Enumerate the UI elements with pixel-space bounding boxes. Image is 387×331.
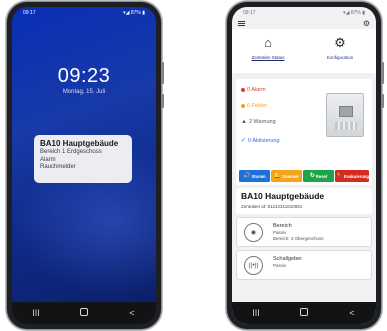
- panel-status-card: 0 Alarm 0 Fehler ▲ 2 Warnung ✓ 0 Aktivie…: [236, 79, 372, 185]
- summer-button[interactable]: 🔔 Summer: [271, 170, 302, 182]
- status-fehler-text: 0 Fehler: [247, 103, 268, 109]
- building-title: BA10 Hauptgebäude: [241, 191, 325, 201]
- speaker-icon: 🔊: [242, 173, 251, 179]
- status-alarm: 0 Alarm: [241, 87, 266, 93]
- back-button[interactable]: <: [117, 308, 147, 318]
- bell-icon: 🔔: [273, 173, 282, 179]
- power-button: [162, 94, 164, 108]
- reset-button[interactable]: ↻ Reset: [303, 170, 334, 182]
- sounder-icon: ((•)): [244, 256, 263, 275]
- item-bereich[interactable]: ◉ Bereich Passiv Bereich: 4 Obergeschoss: [236, 217, 372, 247]
- phone-app-screen: 09:17 ▾◢ 87% ▮ ⚙ ⌂ Zentralen Status ⚙ Ko…: [227, 2, 384, 329]
- item-title: Bereich: [273, 223, 292, 229]
- notification-title: BA10 Hauptgebäude: [40, 139, 119, 148]
- status-bar: 09:17 ▾◢ 87% ▮: [232, 7, 376, 19]
- settings-icon: ⚙: [334, 35, 346, 50]
- home-button[interactable]: [289, 308, 319, 318]
- notification-line: Bereich 1 Erdgeschoss: [40, 149, 102, 155]
- main-tabs: ⌂ Zentralen Status ⚙ Konfiguration: [232, 29, 376, 73]
- fire-panel-image: [326, 93, 364, 137]
- alarm-notification[interactable]: BA10 Hauptgebäude Bereich 1 Erdgeschoss …: [34, 135, 132, 183]
- tab-zentralen-status[interactable]: ⌂ Zentralen Status: [232, 29, 304, 73]
- home-icon: [300, 308, 308, 316]
- running-person-icon: 🏃: [335, 173, 343, 179]
- nav-bar: III <: [12, 302, 156, 324]
- volume-button: [382, 62, 384, 84]
- notification-line: Alarm: [40, 156, 56, 163]
- status-time: 09:17: [243, 10, 256, 16]
- check-icon: ✓: [241, 138, 247, 144]
- status-warnung: ▲ 2 Warnung: [241, 119, 276, 125]
- button-label: Summer: [282, 173, 300, 179]
- item-status: Passiv: [273, 263, 287, 268]
- status-fehler: 0 Fehler: [241, 103, 267, 109]
- power-button: [382, 94, 384, 108]
- app-topbar: ⚙: [232, 19, 376, 29]
- panel-id: Zentralen Id: 91242311610061: [241, 204, 303, 209]
- status-indicators: ▾◢ 87% ▮: [123, 10, 145, 16]
- app-screen: 09:17 ▾◢ 87% ▮ ⚙ ⌂ Zentralen Status ⚙ Ko…: [232, 7, 376, 324]
- back-button[interactable]: <: [337, 308, 367, 318]
- panel-slots: [335, 122, 357, 130]
- status-bar: 09:17 ▾◢ 87% ▮: [12, 7, 156, 19]
- alarm-icon: [241, 88, 245, 92]
- item-schallgeber[interactable]: ((•)) Schallgeber Passiv: [236, 250, 372, 280]
- fault-icon: [241, 104, 245, 108]
- button-label: Stumm: [251, 173, 266, 179]
- evakuierung-button[interactable]: 🏃 Evakuierung: [335, 170, 369, 182]
- panel-display: [339, 106, 353, 117]
- tab-konfiguration[interactable]: ⚙ Konfiguration: [304, 29, 376, 73]
- volume-button: [162, 62, 164, 84]
- lock-clock: 09:23: [57, 65, 111, 87]
- tab-label: Konfiguration: [326, 55, 354, 60]
- phone-lock-screen: 09:17 ▾◢ 87% ▮ 09:23 Montag, 15. Juli BA…: [7, 2, 164, 329]
- status-aktivierung: ✓ 0 Aktivierung: [241, 137, 280, 145]
- button-label: Reset: [315, 173, 328, 179]
- recent-apps-button[interactable]: III: [241, 308, 271, 318]
- item-text: Bereich Passiv Bereich: 4 Obergeschoss: [273, 223, 324, 242]
- lock-date: Montag, 15. Juli: [62, 89, 106, 95]
- lock-screen: 09:17 ▾◢ 87% ▮ 09:23 Montag, 15. Juli BA…: [12, 7, 156, 324]
- reset-icon: ↻: [309, 173, 315, 179]
- item-title: Schallgeber: [273, 256, 303, 262]
- item-detail: Bereich: 4 Obergeschoss: [273, 236, 324, 241]
- gear-icon[interactable]: ⚙: [363, 19, 370, 28]
- tab-label: Zentralen Status: [251, 55, 285, 60]
- notification-line: Rauchmelder: [40, 164, 76, 170]
- status-warnung-text: 2 Warnung: [248, 119, 276, 125]
- stumm-button[interactable]: 🔊 Stumm: [239, 170, 270, 182]
- action-buttons: 🔊 Stumm 🔔 Summer ↻ Reset 🏃 Evakuierung: [239, 170, 369, 182]
- zone-icon: ◉: [244, 223, 263, 242]
- item-text: Schallgeber Passiv: [273, 256, 302, 269]
- building-card: BA10 Hauptgebäude Zentralen Id: 91242311…: [236, 188, 372, 214]
- status-indicators: ▾◢ 87% ▮: [343, 10, 365, 16]
- home-button[interactable]: [69, 308, 99, 318]
- home-icon: ⌂: [264, 35, 272, 50]
- status-time: 09:17: [23, 10, 36, 16]
- warning-icon: ▲: [241, 119, 247, 125]
- hamburger-icon[interactable]: [238, 21, 245, 26]
- nav-bar: III <: [232, 302, 376, 324]
- status-alarm-text: 0 Alarm: [247, 87, 266, 93]
- status-aktivierung-text: 0 Aktivierung: [248, 137, 280, 144]
- recent-apps-button[interactable]: III: [21, 308, 51, 318]
- button-label: Evakuierung: [343, 173, 369, 179]
- home-icon: [80, 308, 88, 316]
